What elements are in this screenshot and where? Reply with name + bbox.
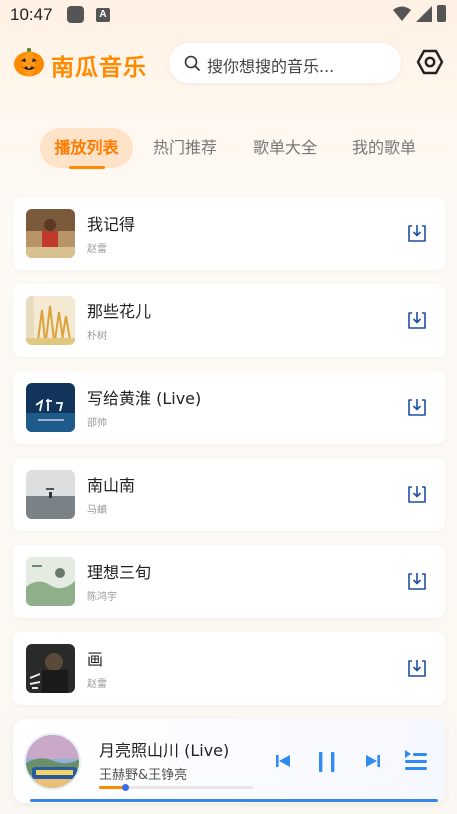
now-playing-title: 月亮照山川 (Live) [99, 741, 230, 760]
album-cover [26, 296, 75, 345]
song-title: 南山南 [87, 476, 136, 495]
pumpkin-icon [14, 48, 44, 77]
active-tab-indicator [69, 166, 105, 169]
download-icon[interactable] [407, 223, 427, 243]
app-title: 南瓜音乐 [51, 55, 147, 81]
song-item[interactable]: 我记得 赵雷 [13, 197, 445, 270]
song-item[interactable]: 画 赵雷 [13, 632, 445, 705]
previous-icon[interactable] [275, 753, 291, 769]
song-artist: 赵雷 [87, 244, 107, 255]
battery-icon [437, 5, 446, 22]
song-title: 写给黄淮 (Live) [87, 389, 202, 408]
song-title: 那些花儿 [87, 302, 152, 321]
status-bar: 10:47 A [0, 0, 457, 32]
download-icon[interactable] [407, 658, 427, 678]
download-icon[interactable] [407, 571, 427, 591]
app-notification-icon [67, 6, 84, 23]
song-item[interactable]: 那些花儿 朴树 [13, 284, 445, 357]
song-artist: 陈鸿宇 [87, 592, 117, 603]
download-icon[interactable] [407, 397, 427, 417]
download-icon[interactable] [407, 484, 427, 504]
keyboard-a-icon: A [96, 8, 110, 22]
pause-icon[interactable] [317, 751, 337, 773]
player-accent-line [30, 799, 438, 802]
progress-handle[interactable] [122, 784, 130, 791]
song-title: 我记得 [87, 215, 136, 234]
album-cover [26, 644, 75, 693]
download-icon[interactable] [407, 310, 427, 330]
song-artist: 邵帅 [87, 418, 107, 429]
song-item[interactable]: 理想三旬 陈鸿宇 [13, 545, 445, 618]
song-item[interactable]: 南山南 马頔 [13, 458, 445, 531]
song-title: 画 [87, 650, 104, 669]
progress-bar[interactable] [99, 784, 253, 791]
mini-player[interactable]: 月亮照山川 (Live) 王赫野&王铮亮 [13, 719, 445, 803]
tab-playlist[interactable]: 播放列表 [40, 128, 133, 168]
signal-icon [416, 6, 432, 22]
tab-hot-recommend[interactable]: 热门推荐 [145, 128, 225, 168]
song-artist: 朴树 [87, 331, 107, 342]
album-cover [26, 470, 75, 519]
now-playing-cover [24, 733, 81, 790]
song-item[interactable]: 写给黄淮 (Live) 邵帅 [13, 371, 445, 444]
search-icon [184, 55, 200, 71]
now-playing-artist: 王赫野&王铮亮 [99, 768, 188, 783]
song-title: 理想三旬 [87, 563, 152, 582]
tab-playlist-collection[interactable]: 歌单大全 [245, 128, 325, 168]
album-cover [26, 383, 75, 432]
playlist-icon[interactable] [403, 749, 429, 773]
status-time: 10:47 [10, 5, 53, 24]
tab-bar: 播放列表 热门推荐 歌单大全 我的歌单 [0, 128, 457, 172]
song-artist: 赵雷 [87, 679, 107, 690]
album-cover [26, 557, 75, 606]
hexagon-settings-icon[interactable] [416, 48, 444, 76]
song-artist: 马頔 [87, 505, 107, 516]
next-icon[interactable] [365, 753, 381, 769]
search-input[interactable]: 搜你想搜的音乐... [169, 43, 401, 83]
search-placeholder: 搜你想搜的音乐... [207, 57, 335, 76]
tab-my-playlist[interactable]: 我的歌单 [344, 128, 424, 168]
album-cover [26, 209, 75, 258]
wifi-icon [393, 6, 411, 21]
